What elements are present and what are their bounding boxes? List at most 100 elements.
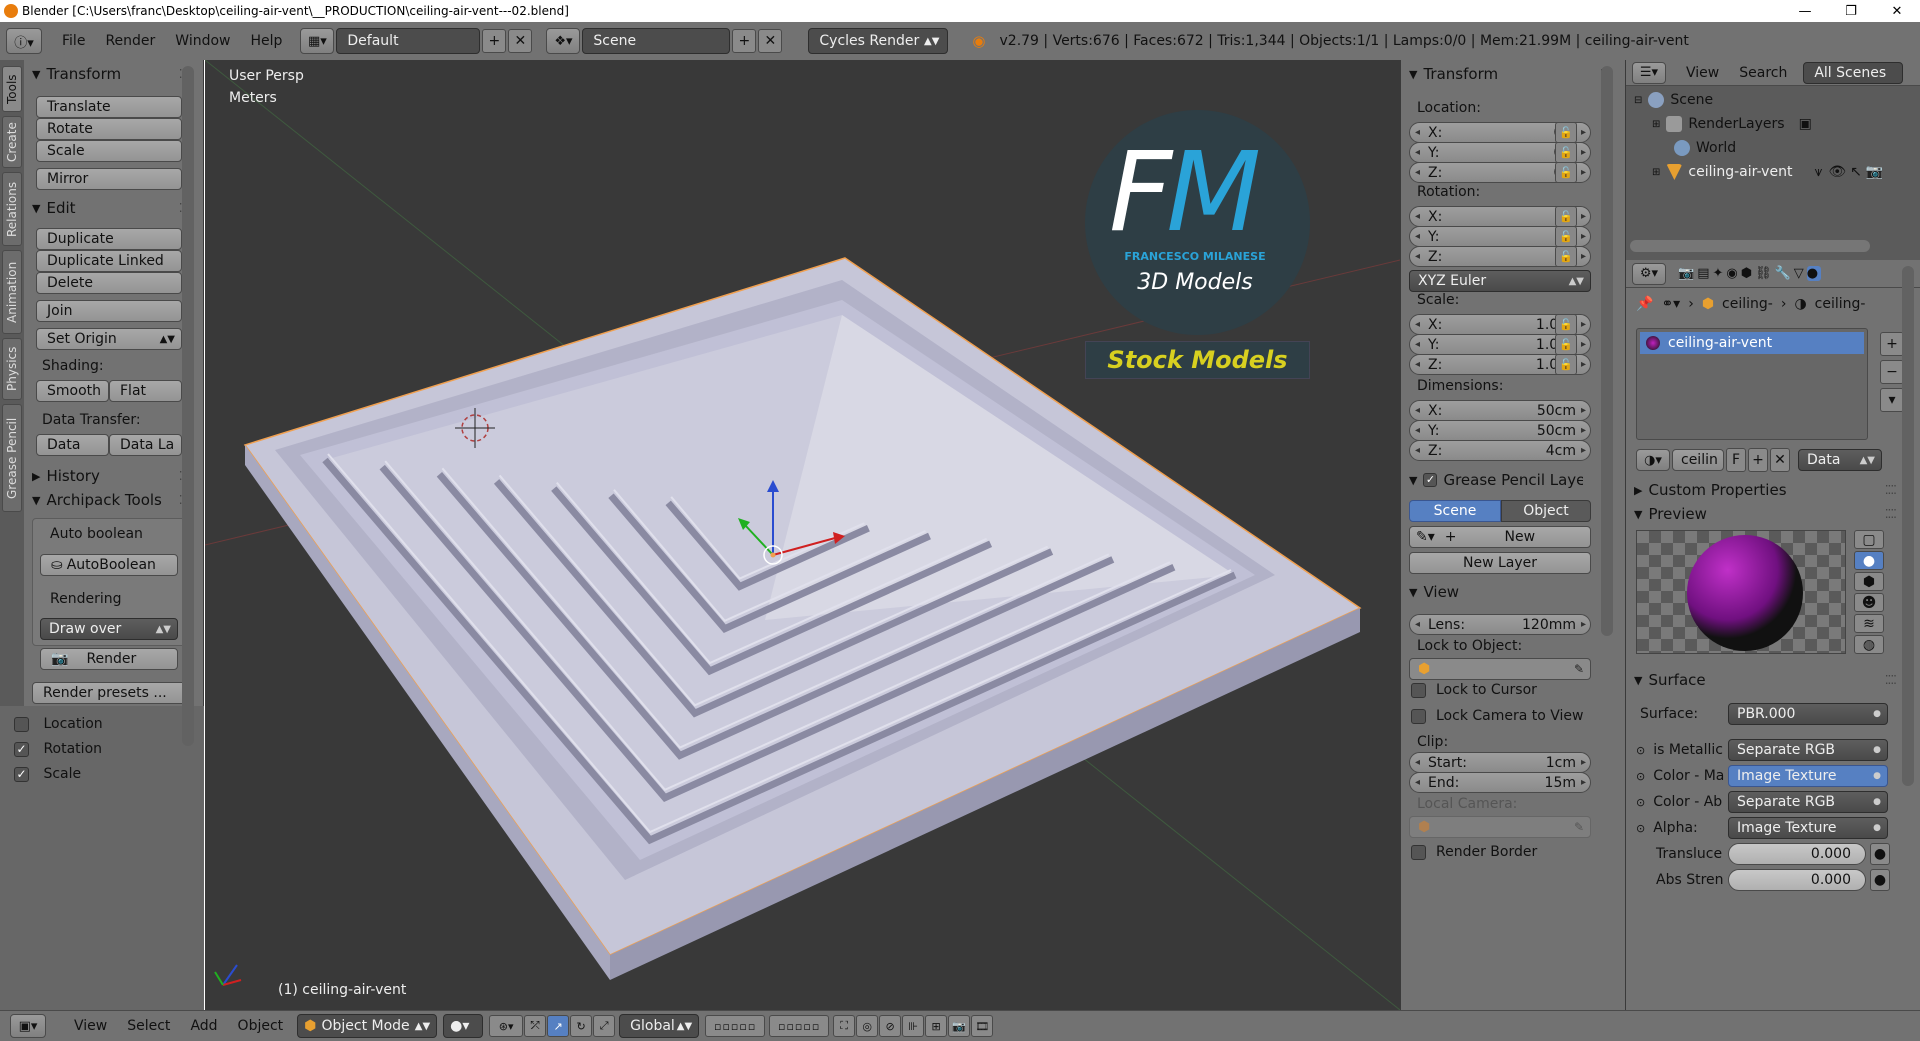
lock-to-cursor-check[interactable]: Lock to Cursor [1411,682,1537,698]
remove-slot-icon[interactable]: − [1880,360,1904,384]
minimize-icon[interactable]: — [1782,0,1828,22]
menu-file[interactable]: File [52,33,95,49]
preview-world-icon[interactable]: ◍ [1854,635,1884,654]
lock-location-x-icon[interactable]: 🔓 [1555,122,1577,143]
rotation-check[interactable]: ✓ Rotation [14,741,102,757]
abs-strength-slider[interactable]: 0.000 [1728,869,1866,891]
translate-button[interactable]: Translate [36,96,182,118]
constraints-tab-icon[interactable]: ⛓ [1755,266,1775,281]
context-tabs[interactable]: 📷▤✦◉⬢⛓🔧▽● [1678,266,1822,281]
render-button[interactable]: 📷 Render [40,648,178,670]
scale-check[interactable]: ✓ Scale [14,766,81,782]
link-data-select[interactable]: Data ▲▼ [1798,449,1882,471]
close-icon[interactable]: ✕ [1874,0,1920,22]
shading-mode-icon[interactable]: ●▾ [443,1014,484,1038]
data-button[interactable]: Data [36,434,109,456]
duplicate-button[interactable]: Duplicate [36,228,182,250]
join-button[interactable]: Join [36,300,182,322]
n-view-header[interactable]: ▼View⁚⁚⁚⁚ [1405,580,1615,604]
lock-location-y-icon[interactable]: 🔓 [1555,142,1577,163]
interaction-mode-select[interactable]: ⬢ Object Mode ▲▼ [297,1014,438,1038]
outliner-item-object[interactable]: ⊞ ceiling-air-vent ⩛ 👁 ↖ 📷 [1626,160,1920,184]
archipack-panel-header[interactable]: ▼Archipack Tools⁚⁚⁚⁚ [28,488,194,512]
preview-hair-icon[interactable]: ≋ [1854,614,1884,633]
outliner-menu-search[interactable]: Search [1729,65,1797,81]
material-name-field[interactable]: ceilin [1672,449,1724,471]
menu-select[interactable]: Select [117,1018,180,1034]
render-presets-button[interactable]: Render presets ... [32,682,186,704]
add-scene-icon[interactable]: + [732,29,757,53]
tab-grease-pencil[interactable]: Grease Pencil [2,404,22,512]
preview-flat-icon[interactable]: ▢ [1854,530,1884,549]
pivot-icon[interactable]: ⊛▾ [489,1015,524,1037]
editor-type-button[interactable]: ⓘ▾ [6,28,42,54]
color-ma-socket-icon[interactable]: ⊙ [1636,770,1645,783]
maximize-icon[interactable]: ❐ [1828,0,1874,22]
metallic-socket-icon[interactable]: ⊙ [1636,744,1645,757]
outliner-filter-select[interactable]: All Scenes [1803,61,1904,84]
layers-tab-icon[interactable]: ▤ [1697,266,1712,281]
preview-header[interactable]: ▼ Preview ⁚⁚⁚⁚ [1630,502,1900,526]
screen-layout-icon[interactable]: ▦▾ [300,28,335,54]
history-panel-header[interactable]: ▶History⁚⁚⁚⁚ [28,464,194,488]
grease-pencil-header[interactable]: ▼ ✓ Grease Pencil Layer [1405,468,1615,492]
outliner-editor-icon[interactable]: ☰▾ [1632,61,1666,84]
alpha-socket-icon[interactable]: ⊙ [1636,822,1645,835]
lock-camera-checkbox[interactable] [1411,708,1426,724]
snap-target-icon[interactable]: ⊞ [925,1015,948,1037]
metallic-link-select[interactable]: Separate RGB ● [1728,739,1888,761]
outliner-item-renderlayers[interactable]: ⊞ RenderLayers ▣ [1626,112,1920,136]
pin-icon[interactable]: 📌 [1636,296,1653,312]
tab-relations[interactable]: Relations [2,172,22,246]
edit-panel-header[interactable]: ▼Edit⁚⁚⁚⁚ [28,196,194,220]
transform-orientation-select[interactable]: Global ▲▼ [619,1014,700,1038]
lock-scale-z-icon[interactable]: 🔓 [1555,354,1577,375]
visibility-eye-icon[interactable]: 👁 [1828,164,1846,180]
menu-help[interactable]: Help [240,33,292,49]
delete-button[interactable]: Delete [36,272,182,294]
snap-element-icon[interactable]: ⊪ [902,1015,925,1037]
object-tab-icon[interactable]: ⬢ [1741,266,1755,281]
n-transform-header[interactable]: ▼Transform⁚⁚⁚⁚ [1405,62,1615,86]
clip-start-field[interactable]: Start: 1cm [1409,752,1591,773]
lock-rotation-y-icon[interactable]: 🔓 [1555,226,1577,247]
rotation-mode-select[interactable]: XYZ Euler ▲▼ [1409,270,1591,292]
preview-cube-icon[interactable]: ⬢ [1854,572,1884,591]
render-border-checkbox[interactable] [1411,844,1426,860]
world-tab-icon[interactable]: ◉ [1726,266,1740,281]
gp-scene-toggle[interactable]: Scene [1409,500,1501,522]
scale-manipulator-icon[interactable]: ⤢ [593,1015,616,1037]
lock-layers-icon[interactable]: ⛶ [833,1015,856,1037]
location-checkbox[interactable] [14,716,29,732]
add-layout-icon[interactable]: + [482,29,507,53]
outliner-hscrollbar[interactable] [1630,240,1870,252]
screen-layout-field[interactable]: Default [336,28,481,54]
lock-rotation-x-icon[interactable]: 🔓 [1555,206,1577,227]
clip-end-field[interactable]: End: 15m [1409,772,1591,793]
properties-scrollbar[interactable] [1902,266,1914,786]
color-ab-socket-icon[interactable]: ⊙ [1636,796,1645,809]
tab-animation[interactable]: Animation [2,250,22,334]
material-browse-icon[interactable]: ◑▾ [1636,449,1670,471]
set-origin-select[interactable]: Set Origin ▲▼ [36,328,182,350]
mirror-button[interactable]: Mirror [36,168,182,190]
dimension-x-field[interactable]: X: 50cm [1409,400,1591,421]
lock-object-field[interactable]: ⬢ ✎ [1409,658,1591,680]
menu-object[interactable]: Object [228,1018,294,1034]
outliner-item-world[interactable]: World [1626,136,1920,160]
toolshelf-scrollbar[interactable] [182,66,194,746]
grease-pencil-checkbox[interactable]: ✓ [1423,473,1438,487]
menu-add[interactable]: Add [180,1018,227,1034]
preview-sphere-icon[interactable]: ● [1854,551,1884,570]
lock-camera-check[interactable]: Lock Camera to View [1411,708,1584,724]
lens-field[interactable]: Lens: 120mm [1409,614,1591,635]
add-slot-icon[interactable]: + [1880,332,1904,356]
menu-view[interactable]: View [64,1018,117,1034]
lock-scale-x-icon[interactable]: 🔓 [1555,314,1577,335]
menu-render[interactable]: Render [95,33,165,49]
render-engine-select[interactable]: Cycles Render ▲▼ [808,28,949,54]
rotation-checkbox[interactable]: ✓ [14,741,29,757]
scale-button[interactable]: Scale [36,140,182,162]
fake-user-button[interactable]: F [1726,448,1746,472]
lock-to-cursor-checkbox[interactable] [1411,682,1426,698]
